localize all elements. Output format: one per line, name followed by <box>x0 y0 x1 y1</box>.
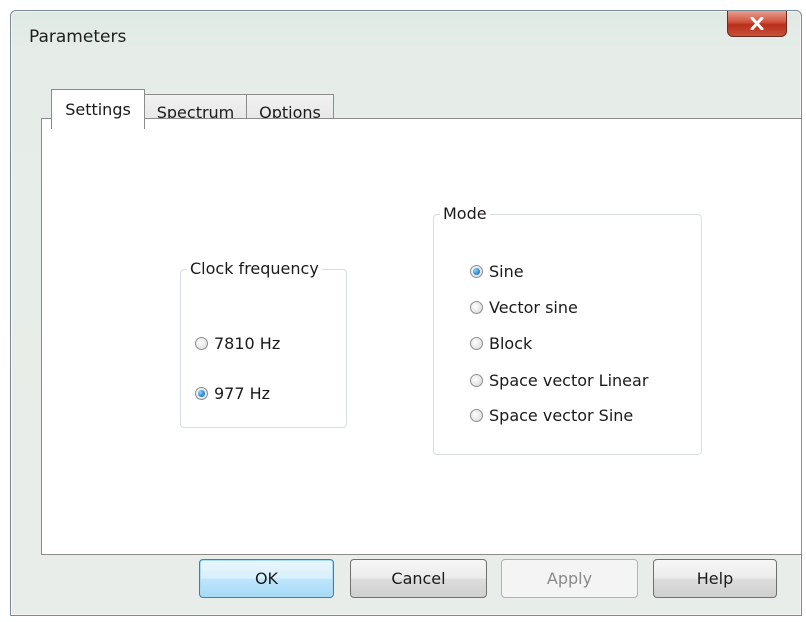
radio-button-unchecked[interactable] <box>470 409 483 422</box>
radio-label: Space vector Sine <box>489 406 634 425</box>
radio-block[interactable]: Block <box>470 334 532 353</box>
radio-button-unchecked[interactable] <box>470 301 483 314</box>
radio-button-checked[interactable] <box>470 265 483 278</box>
radio-7810-hz[interactable]: 7810 Hz <box>195 334 280 353</box>
cancel-button[interactable]: Cancel <box>350 559 487 598</box>
radio-label: Vector sine <box>489 298 578 317</box>
settings-tab-panel: Clock frequency 7810 Hz 977 Hz Mode Sine… <box>41 118 802 555</box>
radio-label: Block <box>489 334 533 353</box>
close-button[interactable] <box>727 11 787 37</box>
radio-label: 7810 Hz <box>214 334 281 353</box>
mode-legend: Mode <box>440 203 490 225</box>
title-bar: Parameters <box>11 11 801 61</box>
tab-settings[interactable]: Settings <box>51 89 145 129</box>
window-title: Parameters <box>29 27 127 47</box>
radio-button-checked[interactable] <box>195 387 208 400</box>
help-button[interactable]: Help <box>653 559 777 598</box>
apply-button[interactable]: Apply <box>501 559 638 598</box>
clock-frequency-group: Clock frequency 7810 Hz 977 Hz <box>180 258 347 428</box>
radio-sine[interactable]: Sine <box>470 262 524 281</box>
ok-button[interactable]: OK <box>199 559 334 598</box>
mode-group: Mode Sine Vector sine Block Space vector… <box>433 203 702 455</box>
close-icon <box>750 17 764 30</box>
parameters-dialog: Parameters Settings Spectrum Options Clo… <box>10 10 802 616</box>
radio-977-hz[interactable]: 977 Hz <box>195 384 270 403</box>
radio-label: Sine <box>489 262 524 281</box>
radio-label: Space vector Linear <box>489 371 649 390</box>
radio-vector-sine[interactable]: Vector sine <box>470 298 578 317</box>
radio-label: 977 Hz <box>214 384 271 403</box>
clock-frequency-legend: Clock frequency <box>187 258 322 280</box>
radio-button-unchecked[interactable] <box>195 337 208 350</box>
radio-button-unchecked[interactable] <box>470 337 483 350</box>
radio-space-vector-linear[interactable]: Space vector Linear <box>470 371 648 390</box>
radio-space-vector-sine[interactable]: Space vector Sine <box>470 406 633 425</box>
radio-button-unchecked[interactable] <box>470 374 483 387</box>
